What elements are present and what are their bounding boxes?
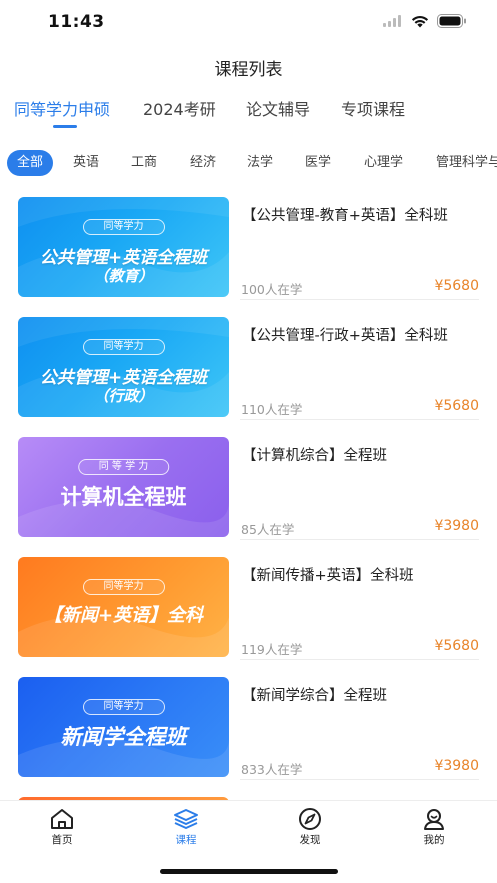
course-price: ¥3980: [434, 758, 479, 774]
category-tabs: 同等学力申硕 2024考研 论文辅导 专项课程: [0, 96, 497, 132]
course-learners: 833人在学: [241, 762, 303, 777]
course-learners: 100人在学: [241, 282, 303, 297]
thumbnail-tag: 同等学力: [82, 339, 165, 355]
chip-all[interactable]: 全部: [7, 150, 54, 176]
course-item[interactable]: 同 等 学 力 计算机全程班 【计算机综合】全程班 85人在学 ¥3980: [0, 420, 497, 540]
wifi-icon: [411, 15, 429, 27]
status-icons: [383, 14, 467, 28]
course-thumbnail: 同等学力 新闻学全程班: [18, 677, 229, 777]
course-price: ¥3980: [434, 518, 479, 534]
course-item[interactable]: 同等学力 公共管理+英语全程班 （行政） 【公共管理-行政+英语】全科班 110…: [0, 300, 497, 420]
chip-law[interactable]: 法学: [247, 150, 273, 176]
chip-economics[interactable]: 经济: [190, 150, 216, 176]
tab-tongdeng[interactable]: 同等学力申硕: [14, 96, 110, 120]
course-price: ¥5680: [434, 638, 479, 654]
thumbnail-tag: 同 等 学 力: [77, 459, 170, 475]
course-learners: 110人在学: [241, 402, 303, 417]
thumbnail-tag: 同等学力: [82, 579, 165, 595]
nav-discover-label: 发现: [299, 834, 321, 846]
course-item[interactable]: 同等学力 公共管理+英语全程班 （教育） 【公共管理-教育+英语】全科班 100…: [0, 180, 497, 300]
chip-business[interactable]: 工商: [131, 150, 157, 176]
divider: [240, 779, 479, 780]
page-title: 课程列表: [214, 60, 283, 80]
thumbnail-headline: 【新闻+英语】全科: [43, 605, 204, 626]
course-learners: 85人在学: [241, 522, 295, 537]
chip-medicine[interactable]: 医学: [305, 150, 331, 176]
home-indicator[interactable]: [160, 869, 338, 874]
layers-icon: [174, 809, 198, 829]
compass-icon: [299, 808, 321, 830]
course-item[interactable]: 同等学力 新闻学全程班 【新闻学综合】全程班 833人在学 ¥3980: [0, 660, 497, 780]
course-thumbnail: 同等学力 公共管理+英语全程班 （行政）: [18, 317, 229, 417]
course-item[interactable]: 同等学力 【新闻+英语】全科 【新闻传播+英语】全科班 119人在学 ¥5680: [0, 540, 497, 660]
course-learners: 119人在学: [241, 642, 303, 657]
course-title: 【计算机综合】全程班: [242, 448, 387, 464]
nav-courses-label: 课程: [175, 834, 197, 846]
nav-courses[interactable]: 课程: [156, 807, 216, 847]
course-thumbnail: 同等学力 【新闻+英语】全科: [18, 557, 229, 657]
tab-kaoyan[interactable]: 2024考研: [143, 96, 216, 120]
course-title: 【公共管理-教育+英语】全科班: [242, 208, 448, 224]
thumbnail-headline: 新闻学全程班: [60, 725, 187, 749]
nav-mine-label: 我的: [423, 834, 445, 846]
course-thumbnail: 同等学力 公共管理+英语全程班 （教育）: [18, 197, 229, 297]
nav-home[interactable]: 首页: [32, 807, 92, 847]
user-icon: [424, 809, 444, 830]
tab-lunwen[interactable]: 论文辅导: [246, 96, 310, 120]
course-title: 【新闻传播+英语】全科班: [242, 568, 414, 584]
chip-english[interactable]: 英语: [73, 150, 99, 176]
chip-psychology[interactable]: 心理学: [364, 150, 403, 176]
thumbnail-subline: （教育）: [93, 267, 154, 285]
home-icon: [51, 809, 73, 829]
course-title: 【公共管理-行政+英语】全科班: [242, 328, 448, 344]
battery-icon: [437, 14, 466, 28]
thumbnail-tag: 同等学力: [82, 699, 165, 715]
course-price: ¥5680: [434, 398, 479, 414]
nav-discover[interactable]: 发现: [280, 807, 340, 847]
tab-zhuanxiang[interactable]: 专项课程: [341, 96, 405, 120]
status-time: 11:43: [48, 12, 105, 32]
thumbnail-tag: 同等学力: [82, 219, 165, 235]
thumbnail-subline: （行政）: [93, 387, 154, 405]
course-thumbnail: 同 等 学 力 计算机全程班: [18, 437, 229, 537]
chip-management-science[interactable]: 管理科学与: [436, 150, 497, 176]
signal-icon: [383, 15, 401, 27]
subject-filter: 全部 英语 工商 经济 法学 医学 心理学 管理科学与: [0, 148, 497, 178]
nav-home-label: 首页: [51, 834, 73, 846]
course-title: 【新闻学综合】全程班: [242, 688, 387, 704]
thumbnail-headline: 计算机全程班: [60, 485, 187, 509]
tab-active-indicator: [53, 125, 77, 128]
course-price: ¥5680: [434, 278, 479, 294]
nav-mine[interactable]: 我的: [404, 807, 464, 847]
status-bar: 11:43: [0, 0, 497, 46]
